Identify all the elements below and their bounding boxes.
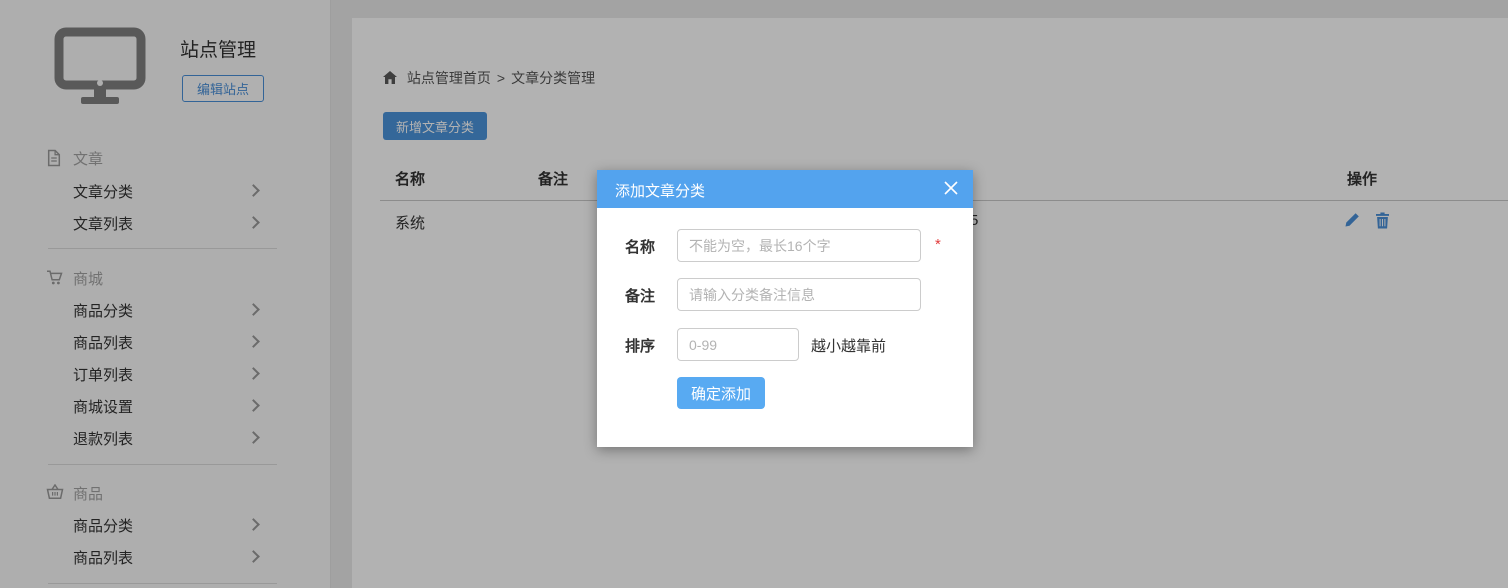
screen: 站点管理 编辑站点 文章 文章分类 文章列表 bbox=[0, 0, 1508, 588]
required-asterisk: * bbox=[935, 236, 941, 253]
close-icon[interactable] bbox=[941, 179, 961, 199]
note-field[interactable] bbox=[677, 278, 921, 311]
sort-hint-text: 越小越靠前 bbox=[811, 335, 886, 356]
field-label-sort: 排序 bbox=[625, 335, 655, 356]
field-label-name: 名称 bbox=[625, 236, 655, 257]
modal-header: 添加文章分类 bbox=[597, 170, 973, 208]
add-category-modal: 添加文章分类 名称 * 备注 排序 越小越靠前 确定添加 bbox=[597, 170, 973, 447]
confirm-add-button[interactable]: 确定添加 bbox=[677, 377, 765, 409]
modal-title: 添加文章分类 bbox=[615, 180, 705, 201]
field-label-note: 备注 bbox=[625, 285, 655, 306]
name-field[interactable] bbox=[677, 229, 921, 262]
sort-field[interactable] bbox=[677, 328, 799, 361]
